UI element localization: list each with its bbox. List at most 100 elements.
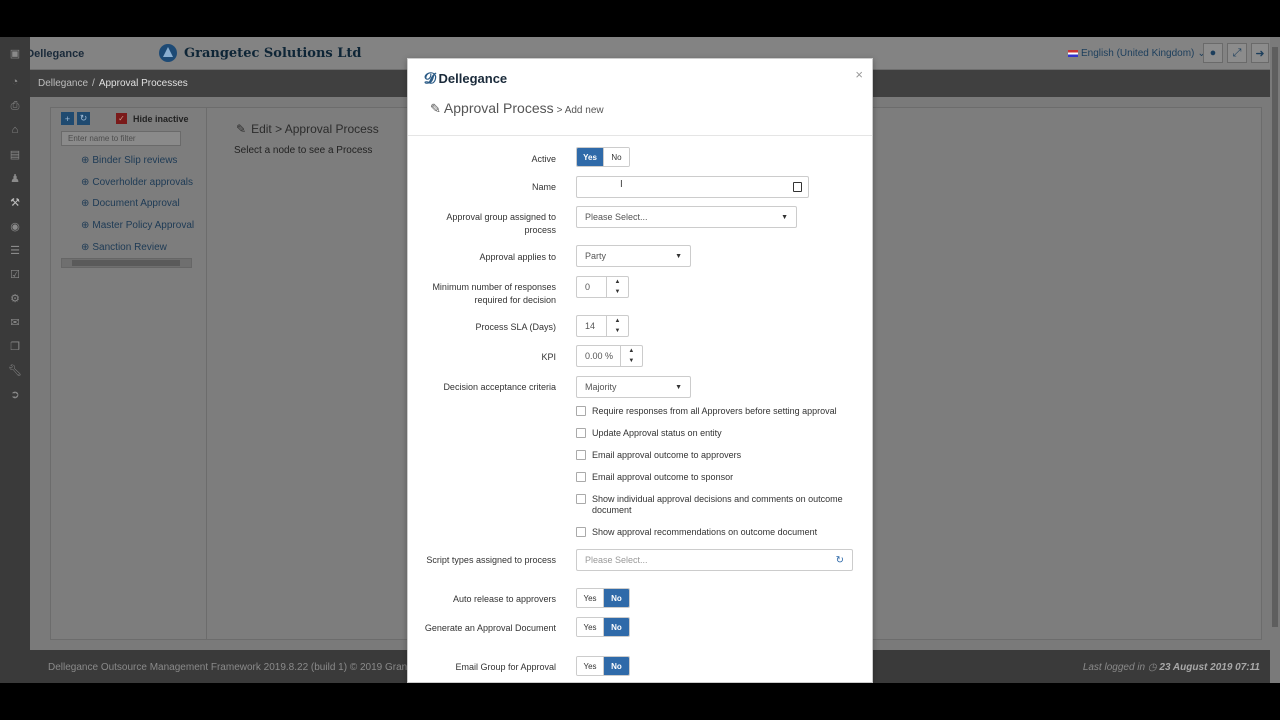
caret-up-icon[interactable]: ▲ <box>628 348 634 354</box>
dellegance-logo-icon: 𝓓 <box>424 70 436 87</box>
kpi-stepper[interactable]: 0.00 % ▲ ▼ <box>576 345 643 367</box>
checkbox-update-status[interactable]: Update Approval status on entity <box>576 428 722 439</box>
caret-down-icon[interactable]: ▼ <box>628 358 634 364</box>
stepper-arrows[interactable]: ▲ ▼ <box>607 277 628 297</box>
company-label: Grangetec Solutions Ltd <box>184 45 362 61</box>
tree-item[interactable]: ⊕ Coverholder approvals <box>81 177 193 188</box>
generate-document-toggle[interactable]: Yes No <box>576 617 630 637</box>
breadcrumb-root[interactable]: Dellegance <box>38 78 88 89</box>
letterbox-top <box>0 0 1280 37</box>
clock-icon: ◷ <box>1147 662 1157 673</box>
script-types-multiselect[interactable]: Please Select... ↻ <box>576 549 853 571</box>
min-responses-stepper[interactable]: 0 ▲ ▼ <box>576 276 629 298</box>
checkbox[interactable] <box>576 428 586 438</box>
checkbox-show-recommendations[interactable]: Show approval recommendations on outcome… <box>576 527 817 538</box>
user-avatar-icon[interactable]: ▣ <box>0 37 30 70</box>
checkbox-email-sponsor[interactable]: Email approval outcome to sponsor <box>576 472 733 483</box>
plus-icon: + <box>64 113 71 124</box>
circle-plus-icon: ⊕ <box>81 155 90 166</box>
eye-icon[interactable]: ◉ <box>0 214 30 238</box>
checkbox[interactable] <box>576 406 586 416</box>
criteria-select[interactable]: Majority ▼ <box>576 376 691 398</box>
active-toggle[interactable]: Yes No <box>576 147 630 167</box>
wrench-icon[interactable]: 🔧︎ <box>0 358 30 382</box>
tree-item[interactable]: ⊕ Sanction Review <box>81 242 167 253</box>
cogs-icon[interactable]: ⚙ <box>0 286 30 310</box>
list-icon[interactable]: ☰ <box>0 238 30 262</box>
edit-icon: ✎ <box>236 122 247 136</box>
expand-icon: ⤢ <box>1232 46 1242 59</box>
refresh-tree-button[interactable]: ↻ <box>77 112 90 125</box>
tree-panel: + ↻ ✓ Hide inactive Enter name to filter… <box>51 108 207 639</box>
checkbox-show-individual-decisions[interactable]: Show individual approval decisions and c… <box>576 494 861 516</box>
tree-item[interactable]: ⊕ Master Policy Approval <box>81 220 194 231</box>
edit-panel-title: ✎ Edit > Approval Process <box>236 122 379 136</box>
circle-plus-icon: ⊕ <box>81 177 90 188</box>
circle-plus-icon: ⊕ <box>81 242 90 253</box>
copy-icon[interactable]: ❐ <box>0 334 30 358</box>
generate-document-yes-button[interactable]: Yes <box>577 618 603 636</box>
caret-down-icon[interactable]: ▼ <box>615 328 621 334</box>
gavel-icon[interactable]: ⚒ <box>0 190 30 214</box>
bank-icon[interactable]: ⌂ <box>0 118 30 142</box>
email-group-toggle[interactable]: Yes No <box>576 656 630 676</box>
checkbox-email-approvers[interactable]: Email approval outcome to approvers <box>576 450 741 461</box>
checkbox[interactable] <box>576 527 586 537</box>
refresh-icon[interactable]: ↻ <box>836 555 844 566</box>
microphone-icon: ● <box>1209 47 1217 59</box>
person-icon[interactable]: ♟ <box>0 166 30 190</box>
email-group-yes-button[interactable]: Yes <box>577 657 603 675</box>
tree-filter-input[interactable]: Enter name to filter <box>61 131 181 146</box>
caret-up-icon[interactable]: ▲ <box>615 318 621 324</box>
dashboard-icon[interactable]: ◔ <box>0 70 30 94</box>
tree-item[interactable]: ⊕ Document Approval <box>81 198 180 209</box>
auto-release-no-button[interactable]: No <box>603 589 629 607</box>
active-yes-button[interactable]: Yes <box>577 148 603 166</box>
generate-document-label: Generate an Approval Document <box>424 623 556 633</box>
generate-document-no-button[interactable]: No <box>603 618 629 636</box>
password-manager-icon[interactable] <box>793 182 802 192</box>
check-square-icon[interactable]: ☑ <box>0 262 30 286</box>
stepper-arrows[interactable]: ▲ ▼ <box>621 346 642 366</box>
scrollbar-thumb[interactable] <box>1272 47 1278 627</box>
text-cursor-icon: I <box>620 179 623 190</box>
company-name: Grangetec Solutions Ltd <box>158 43 362 63</box>
select-node-hint: Select a node to see a Process <box>234 145 373 156</box>
microphone-button[interactable]: ● <box>1203 43 1223 63</box>
book-icon[interactable]: ▤ <box>0 142 30 166</box>
stepper-arrows[interactable]: ▲ ▼ <box>607 316 628 336</box>
sla-stepper[interactable]: 14 ▲ ▼ <box>576 315 629 337</box>
name-label: Name <box>531 182 556 192</box>
checkbox-require-all-responses[interactable]: Require responses from all Approvers bef… <box>576 406 837 417</box>
envelope-icon[interactable]: ✉ <box>0 310 30 334</box>
name-input[interactable]: I <box>576 176 809 198</box>
close-button[interactable]: × <box>855 67 863 82</box>
page-vertical-scrollbar[interactable] <box>1270 37 1280 683</box>
active-label: Active <box>531 154 556 164</box>
applies-to-label: Approval applies to <box>479 252 556 262</box>
applies-to-select[interactable]: Party ▼ <box>576 245 691 267</box>
fullscreen-button[interactable]: ⤢ <box>1227 43 1247 63</box>
add-node-button[interactable]: + <box>61 112 74 125</box>
tree-item[interactable]: ⊕ Binder Slip reviews <box>81 155 177 166</box>
active-no-button[interactable]: No <box>603 148 629 166</box>
caret-up-icon[interactable]: ▲ <box>615 279 621 285</box>
checkbox[interactable] <box>576 450 586 460</box>
logout-button[interactable]: ➜ <box>1251 43 1269 63</box>
approval-group-select[interactable]: Please Select... ▼ <box>576 206 797 228</box>
min-responses-label: Minimum number of responses required for… <box>432 282 556 305</box>
auto-release-toggle[interactable]: Yes No <box>576 588 630 608</box>
checkbox[interactable] <box>576 472 586 482</box>
hide-inactive-checkbox[interactable]: ✓ <box>116 113 127 124</box>
caret-down-icon[interactable]: ▼ <box>615 289 621 295</box>
checkbox[interactable] <box>576 494 586 504</box>
arrow-circle-icon[interactable]: ➲ <box>0 382 30 406</box>
tree-horizontal-scrollbar[interactable] <box>61 258 192 268</box>
auto-release-yes-button[interactable]: Yes <box>577 589 603 607</box>
printer-icon[interactable]: ⎙ <box>0 94 30 118</box>
scrollbar-thumb[interactable] <box>72 260 180 266</box>
email-group-no-button[interactable]: No <box>603 657 629 675</box>
breadcrumb-current: Approval Processes <box>98 78 188 89</box>
language-selector[interactable]: English (United Kingdom) ⌄ <box>1068 48 1206 59</box>
brand-name: Dellegance <box>26 47 85 60</box>
